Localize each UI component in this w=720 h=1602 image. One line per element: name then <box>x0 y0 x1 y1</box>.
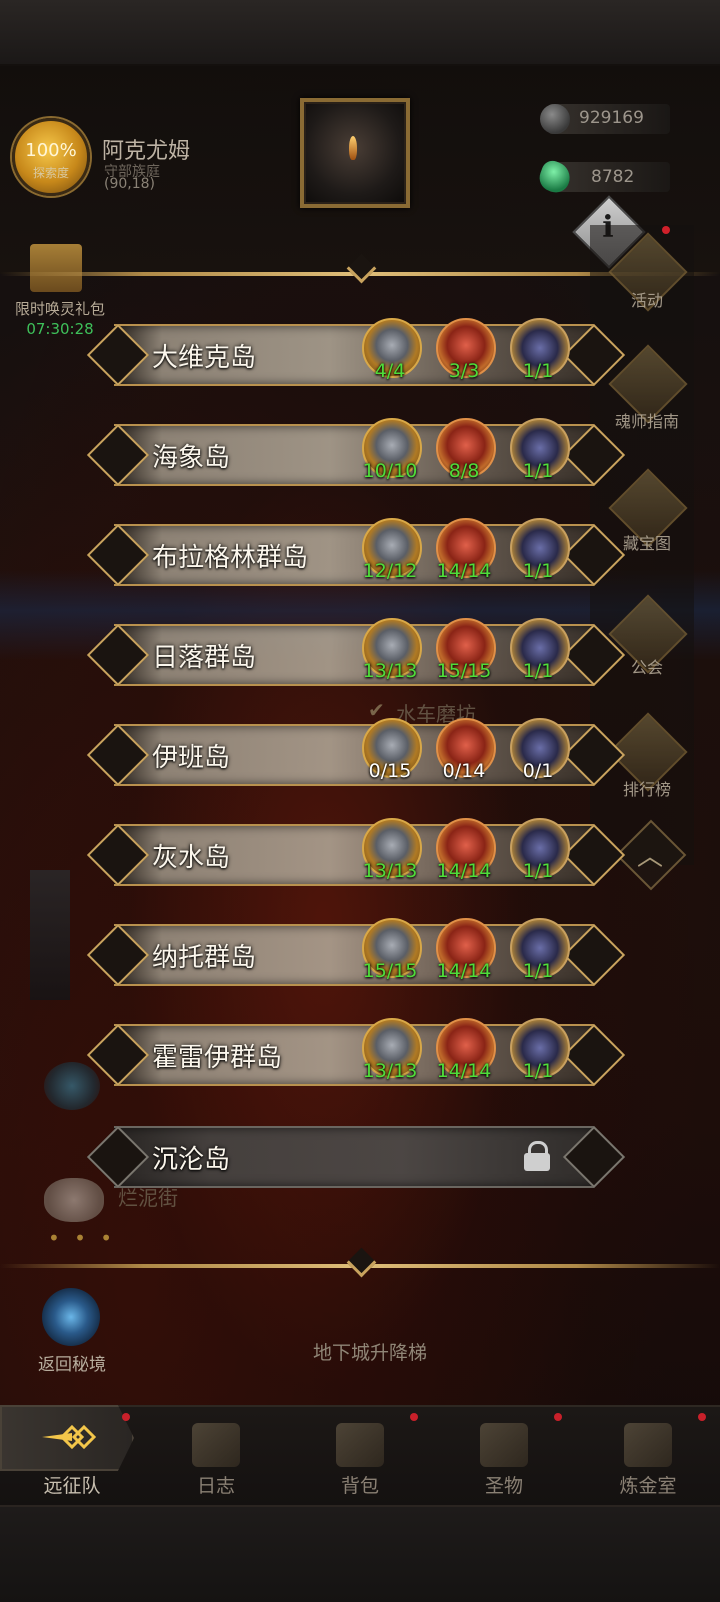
island-row[interactable]: 纳托群岛 15/15 14/14 1/1 <box>86 918 626 987</box>
exploration-label: 探索度 <box>32 166 69 180</box>
gift-pack-icon[interactable] <box>30 244 82 292</box>
island-row-locked[interactable]: 沉沦岛 <box>86 1125 626 1189</box>
island-row[interactable]: 霍雷伊群岛 13/13 14/14 1/1 <box>86 1018 626 1087</box>
statue-decoration <box>30 870 70 1000</box>
island-name: 纳托群岛 <box>152 943 257 973</box>
top-border <box>0 0 720 66</box>
nav-label: 远征队 <box>43 1475 101 1497</box>
island-name: 海象岛 <box>152 443 231 473</box>
side-menu-activity[interactable]: 活动 <box>600 287 694 311</box>
island-name: 伊班岛 <box>152 743 231 773</box>
vortex-portal-icon[interactable] <box>42 1288 100 1346</box>
island-row[interactable]: 布拉格林群岛 12/12 14/14 1/1 <box>86 518 626 587</box>
nav-label: 背包 <box>340 1475 379 1497</box>
relic-count: 3/3 <box>448 360 480 382</box>
ore-amount: 929169 <box>579 108 644 128</box>
boss-count: 1/1 <box>522 960 554 982</box>
island-row[interactable]: 灰水岛 13/13 14/14 1/1 <box>86 818 626 887</box>
scroll-icon <box>192 1423 240 1467</box>
island-name: 日落群岛 <box>152 643 257 673</box>
island-name: 霍雷伊群岛 <box>152 1043 283 1073</box>
island-name: 沉沦岛 <box>152 1145 231 1175</box>
island-row[interactable]: 大维克岛 4/4 3/3 1/1 <box>86 318 626 387</box>
chest-count: 0/15 <box>368 760 412 782</box>
relic-count: 14/14 <box>436 1060 492 1082</box>
chest-count: 13/13 <box>362 660 418 682</box>
chest-count: 15/15 <box>362 960 418 982</box>
alchemy-glyph-icon <box>624 1423 672 1467</box>
boss-count: 1/1 <box>522 560 554 582</box>
island-row[interactable]: 海象岛 10/10 8/8 1/1 <box>86 418 626 487</box>
relic-count: 8/8 <box>448 460 480 482</box>
ore-icon <box>540 104 570 134</box>
boss-count: 1/1 <box>522 360 554 382</box>
torch-flame-icon <box>349 136 357 160</box>
boss-count: 1/1 <box>522 660 554 682</box>
nav-tab-relics[interactable]: 圣物 <box>432 1405 576 1505</box>
side-menu-dot <box>662 226 670 234</box>
chest-count: 10/10 <box>362 460 418 482</box>
nav-notification-dot <box>554 1413 562 1421</box>
chest-count: 13/13 <box>362 1060 418 1082</box>
side-menu-guide[interactable]: 魂师指南 <box>600 408 694 432</box>
bottom-border <box>0 1505 720 1602</box>
relic-count: 15/15 <box>436 660 492 682</box>
island-row[interactable]: 日落群岛 13/13 15/15 1/1 <box>86 618 626 687</box>
return-portal-label[interactable]: 返回秘境 <box>22 1350 122 1375</box>
nav-tab-journal[interactable]: 日志 <box>144 1405 288 1505</box>
chest-count: 13/13 <box>362 860 418 882</box>
boss-count: 1/1 <box>522 860 554 882</box>
side-menu-leaderboard[interactable]: 排行榜 <box>600 776 694 800</box>
relic-count: 14/14 <box>436 860 492 882</box>
island-name: 布拉格林群岛 <box>152 543 309 573</box>
chevron-up-icon: ︿ <box>636 842 663 872</box>
lock-icon <box>524 1141 550 1171</box>
arrow-diamond-icon <box>42 1424 97 1450</box>
nav-tab-alchemy[interactable]: 炼金室 <box>576 1405 720 1505</box>
island-name: 大维克岛 <box>152 343 257 373</box>
nav-notification-dot <box>410 1413 418 1421</box>
gift-pack-label[interactable]: 限时唤灵礼包 <box>0 298 120 319</box>
nav-label: 炼金室 <box>619 1475 677 1497</box>
relic-count: 0/14 <box>442 760 486 782</box>
chest-count: 4/4 <box>374 360 406 382</box>
nav-label: 圣物 <box>484 1475 523 1497</box>
chest-count: 12/12 <box>362 560 418 582</box>
nav-label: 日志 <box>196 1475 235 1497</box>
map-label-elevator: 地下城升降梯 <box>312 1342 427 1364</box>
nav-tab-expedition[interactable]: 远征队 <box>0 1405 144 1505</box>
nav-tab-backpack[interactable]: 背包 <box>288 1405 432 1505</box>
portal-creature-icon <box>44 1062 100 1110</box>
exploration-percent: 100% <box>25 140 77 161</box>
island-row[interactable]: 伊班岛 0/15 0/14 0/1 <box>86 718 626 787</box>
chalice-icon <box>480 1423 528 1467</box>
location-coordinates: (90,18) <box>104 176 156 192</box>
island-name: 灰水岛 <box>152 843 231 873</box>
nav-notification-dot <box>122 1413 130 1421</box>
boss-count: 0/1 <box>522 760 554 782</box>
boss-count: 1/1 <box>522 460 554 482</box>
more-dots-icon[interactable]: • • • <box>48 1226 116 1250</box>
boss-count: 1/1 <box>522 1060 554 1082</box>
backpack-icon <box>336 1423 384 1467</box>
nav-notification-dot <box>698 1413 706 1421</box>
gem-amount: 8782 <box>591 167 635 187</box>
relic-count: 14/14 <box>436 960 492 982</box>
relic-count: 14/14 <box>436 560 492 582</box>
